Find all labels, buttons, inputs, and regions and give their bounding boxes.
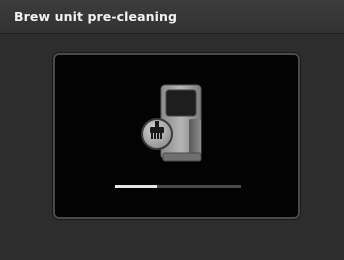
coffee-machine-brush-icon	[133, 79, 213, 163]
brew-unit-screen: Brew unit pre-cleaning	[0, 0, 344, 260]
progress-bar	[115, 185, 241, 188]
page-title: Brew unit pre-cleaning	[14, 9, 178, 24]
status-panel	[53, 53, 300, 219]
progress-fill	[115, 185, 157, 188]
title-bar: Brew unit pre-cleaning	[0, 0, 344, 34]
